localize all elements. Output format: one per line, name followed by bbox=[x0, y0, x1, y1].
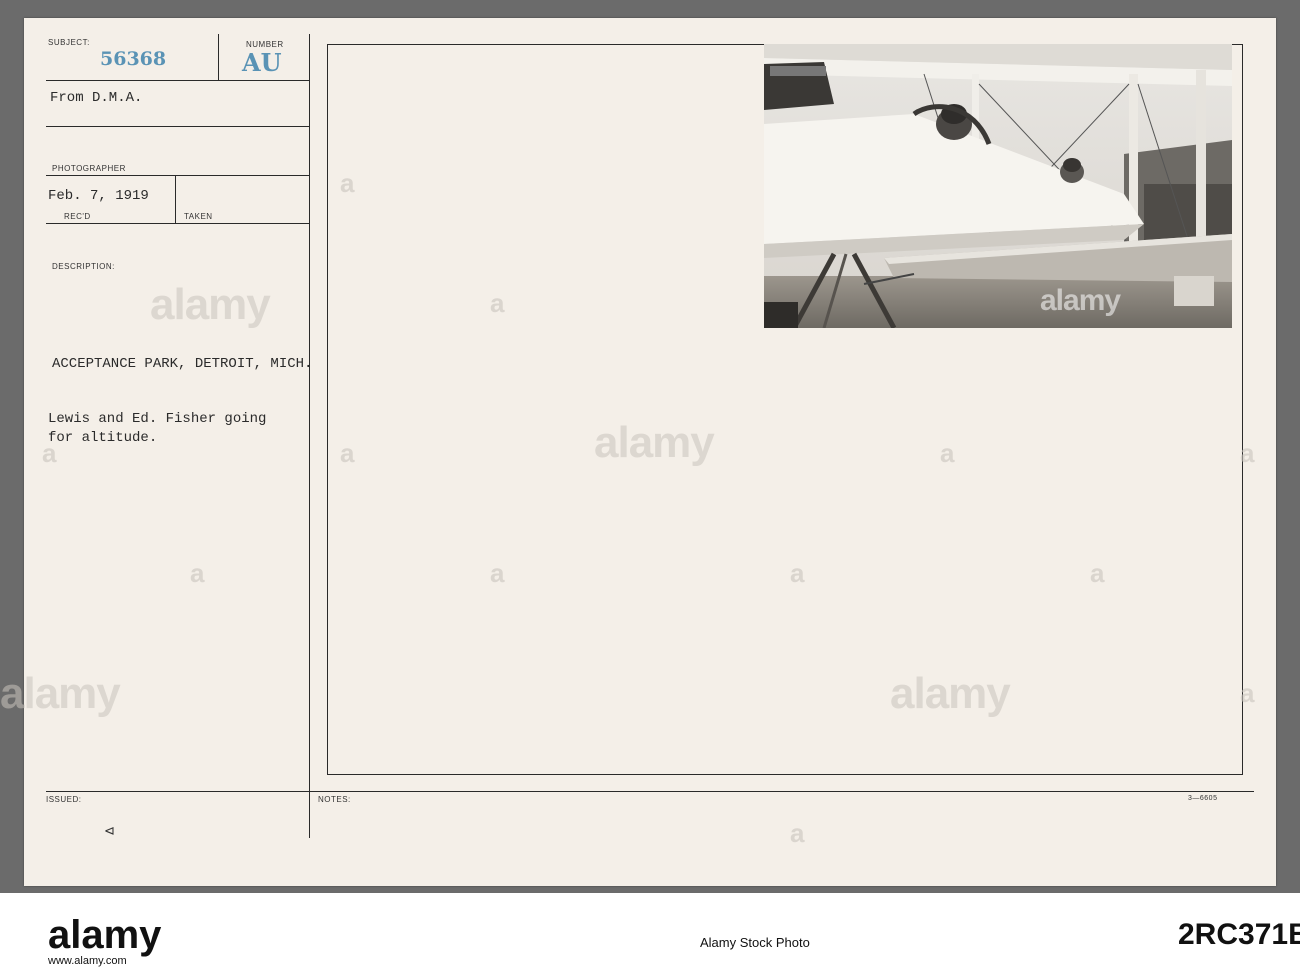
watermark-letter: a bbox=[940, 438, 955, 468]
watermark: alamy bbox=[150, 280, 271, 329]
watermark-letter: a bbox=[190, 558, 205, 588]
bottom-rule bbox=[46, 791, 1254, 792]
location-text: ACCEPTANCE PARK, DETROIT, MICH. bbox=[52, 356, 313, 372]
caption-line-1: Lewis and Ed. Fisher going bbox=[48, 411, 267, 427]
recd-label: REC'D bbox=[64, 212, 91, 221]
image-id: 2RC371B bbox=[1178, 918, 1300, 951]
site-url[interactable]: www.alamy.com bbox=[48, 955, 127, 967]
watermark-letter: a bbox=[42, 438, 57, 468]
watermark-letter: a bbox=[490, 288, 505, 318]
issued-label: ISSUED: bbox=[46, 795, 82, 804]
archive-card: SUBJECT: 56368 NUMBER AU From D.M.A. PHO… bbox=[0, 18, 1276, 886]
header-divider bbox=[218, 34, 219, 80]
watermark-letter: a bbox=[340, 168, 355, 198]
watermark-letter: a bbox=[1240, 678, 1255, 708]
subject-label: SUBJECT: bbox=[48, 38, 90, 47]
rule bbox=[46, 223, 309, 224]
watermark-letter: a bbox=[790, 818, 805, 848]
footer bbox=[0, 893, 1300, 977]
rule bbox=[46, 80, 309, 81]
alamy-logo[interactable]: alamy bbox=[48, 913, 161, 958]
photographer-label: PHOTOGRAPHER bbox=[52, 164, 126, 173]
watermark-letter: a bbox=[1090, 558, 1105, 588]
aircraft-photograph: alamy bbox=[764, 44, 1232, 328]
number-value: AU bbox=[242, 48, 282, 77]
triangle-mark: ⊲ bbox=[104, 824, 115, 839]
date-text: Feb. 7, 1919 bbox=[48, 188, 149, 204]
watermark-letter: a bbox=[490, 558, 505, 588]
watermark: alamy bbox=[1040, 284, 1121, 317]
watermark: alamy bbox=[0, 669, 121, 718]
from-text: From D.M.A. bbox=[50, 90, 143, 106]
watermark-letter: a bbox=[790, 558, 805, 588]
column-divider bbox=[309, 34, 310, 838]
watermark: alamy bbox=[594, 418, 715, 467]
watermark-letter: a bbox=[340, 438, 355, 468]
caption-line-2: for altitude. bbox=[48, 430, 158, 446]
taken-label: TAKEN bbox=[184, 212, 213, 221]
watermark-letter: a bbox=[1240, 438, 1255, 468]
watermark: alamy bbox=[890, 669, 1011, 718]
stock-photo-label: Alamy Stock Photo bbox=[700, 935, 810, 950]
notes-label: NOTES: bbox=[318, 795, 351, 804]
biplane-illustration bbox=[764, 44, 1232, 328]
form-code: 3—6605 bbox=[1188, 795, 1218, 802]
rule bbox=[46, 126, 309, 127]
subject-number: 56368 bbox=[100, 48, 167, 70]
description-label: DESCRIPTION: bbox=[52, 262, 115, 271]
rule bbox=[46, 175, 309, 176]
date-divider bbox=[175, 175, 176, 223]
